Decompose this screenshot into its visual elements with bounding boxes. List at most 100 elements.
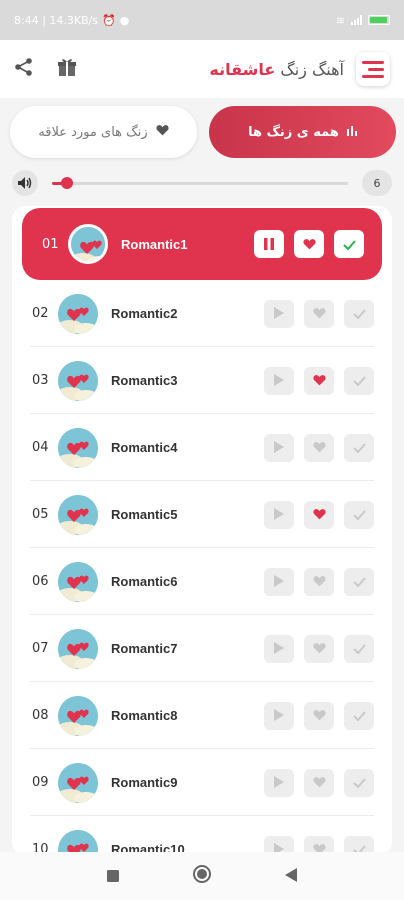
- favorite-button[interactable]: [304, 433, 334, 462]
- equalizer-icon: [346, 125, 357, 140]
- check-icon: [352, 304, 366, 323]
- track-thumbnail: [58, 293, 98, 334]
- set-ringtone-button[interactable]: [344, 299, 374, 328]
- play-button[interactable]: [264, 500, 294, 529]
- status-bar: 8:44 | 14.3KB/s ⏰ ● ≋: [0, 0, 404, 40]
- play-button[interactable]: [264, 299, 294, 328]
- play-button[interactable]: [264, 366, 294, 395]
- check-icon: [352, 773, 366, 792]
- favorite-button[interactable]: [304, 634, 334, 663]
- play-icon: [274, 639, 284, 658]
- favorite-button[interactable]: [304, 299, 334, 328]
- heart-icon: [312, 773, 326, 792]
- play-button[interactable]: [264, 433, 294, 462]
- alarm-icon: ⏰: [102, 13, 116, 27]
- track-row[interactable]: 03 Romantic3: [12, 347, 392, 414]
- track-number: 07: [32, 641, 49, 656]
- play-icon: [274, 438, 284, 457]
- track-row[interactable]: 08 Romantic8: [12, 682, 392, 749]
- favorite-button[interactable]: [304, 567, 334, 596]
- track-thumbnail: [58, 561, 98, 602]
- favorite-button[interactable]: [304, 366, 334, 395]
- track-list: 01 Romantic1 02 Romantic2 03 Romantic3 04 Roman…: [12, 206, 392, 856]
- heart-icon: [312, 505, 326, 524]
- track-title: Romantic8: [111, 708, 178, 723]
- set-ringtone-button[interactable]: [344, 366, 374, 395]
- heart-icon: [312, 304, 326, 323]
- check-icon: [352, 505, 366, 524]
- track-number: 01: [42, 236, 59, 252]
- play-icon: [274, 773, 284, 792]
- set-ringtone-button[interactable]: [344, 634, 374, 663]
- favorite-button[interactable]: [304, 500, 334, 529]
- track-title: Romantic1: [121, 236, 188, 252]
- track-row[interactable]: 01 Romantic1: [22, 208, 382, 280]
- set-ringtone-button[interactable]: [334, 230, 364, 258]
- track-thumbnail: [58, 762, 98, 803]
- favorite-button[interactable]: [294, 230, 324, 258]
- tab-all[interactable]: همه ی زنگ ها: [209, 106, 396, 158]
- volume-row: 6: [12, 168, 392, 198]
- track-row[interactable]: 10 Romantic10: [12, 816, 392, 856]
- track-row[interactable]: 07 Romantic7: [12, 615, 392, 682]
- volume-slider-thumb[interactable]: [60, 177, 73, 189]
- play-button[interactable]: [264, 768, 294, 797]
- heart-icon: [312, 572, 326, 591]
- play-button[interactable]: [264, 634, 294, 663]
- app-header: آهنگ زنگ عاشقانه: [0, 40, 404, 98]
- track-number: 09: [32, 775, 49, 790]
- check-icon: [352, 371, 366, 390]
- track-title: Romantic4: [111, 440, 178, 455]
- set-ringtone-button[interactable]: [344, 701, 374, 730]
- play-button[interactable]: [264, 701, 294, 730]
- set-ringtone-button[interactable]: [344, 433, 374, 462]
- favorite-button[interactable]: [304, 701, 334, 730]
- track-row[interactable]: 06 Romantic6: [12, 548, 392, 615]
- track-title: Romantic2: [111, 306, 178, 321]
- track-row[interactable]: 02 Romantic2: [12, 280, 392, 347]
- home-icon[interactable]: [192, 864, 212, 888]
- play-icon: [274, 706, 284, 725]
- track-number: 06: [32, 574, 49, 589]
- track-number: 04: [32, 440, 49, 455]
- heart-icon: [312, 438, 326, 457]
- set-ringtone-button[interactable]: [344, 768, 374, 797]
- track-number: 02: [32, 306, 49, 321]
- track-thumbnail: [58, 695, 98, 736]
- status-text: 8:44 | 14.3KB/s: [14, 13, 99, 27]
- check-icon: [352, 706, 366, 725]
- track-title: Romantic5: [111, 507, 178, 522]
- check-icon: [342, 235, 356, 254]
- share-icon[interactable]: [14, 57, 34, 81]
- track-number: 03: [32, 373, 49, 388]
- track-row[interactable]: 09 Romantic9: [12, 749, 392, 816]
- volume-icon[interactable]: [12, 170, 38, 196]
- play-icon: [274, 505, 284, 524]
- track-thumbnail: [58, 360, 98, 401]
- favorite-button[interactable]: [304, 768, 334, 797]
- wifi-icon: ≋: [335, 13, 345, 27]
- heart-icon: [312, 706, 326, 725]
- track-number: 08: [32, 708, 49, 723]
- check-icon: [352, 639, 366, 658]
- page-title: آهنگ زنگ عاشقانه: [209, 59, 344, 79]
- tab-favorites[interactable]: زنگ های مورد علاقه: [10, 106, 197, 158]
- menu-button[interactable]: [356, 52, 390, 86]
- volume-slider[interactable]: [52, 177, 348, 189]
- set-ringtone-button[interactable]: [344, 567, 374, 596]
- heart-icon: [302, 235, 316, 254]
- nav-bar: [0, 852, 404, 900]
- track-title: Romantic6: [111, 574, 178, 589]
- set-ringtone-button[interactable]: [344, 500, 374, 529]
- track-thumbnail: [58, 628, 98, 669]
- track-title: Romantic9: [111, 775, 178, 790]
- recent-apps-icon[interactable]: [106, 867, 119, 886]
- chat-icon: ●: [119, 13, 130, 27]
- back-icon[interactable]: [285, 867, 298, 886]
- track-row[interactable]: 05 Romantic5: [12, 481, 392, 548]
- track-row[interactable]: 04 Romantic4: [12, 414, 392, 481]
- play-button[interactable]: [264, 567, 294, 596]
- gift-icon[interactable]: [56, 56, 78, 82]
- battery-icon: [368, 15, 390, 25]
- pause-button[interactable]: [254, 230, 284, 258]
